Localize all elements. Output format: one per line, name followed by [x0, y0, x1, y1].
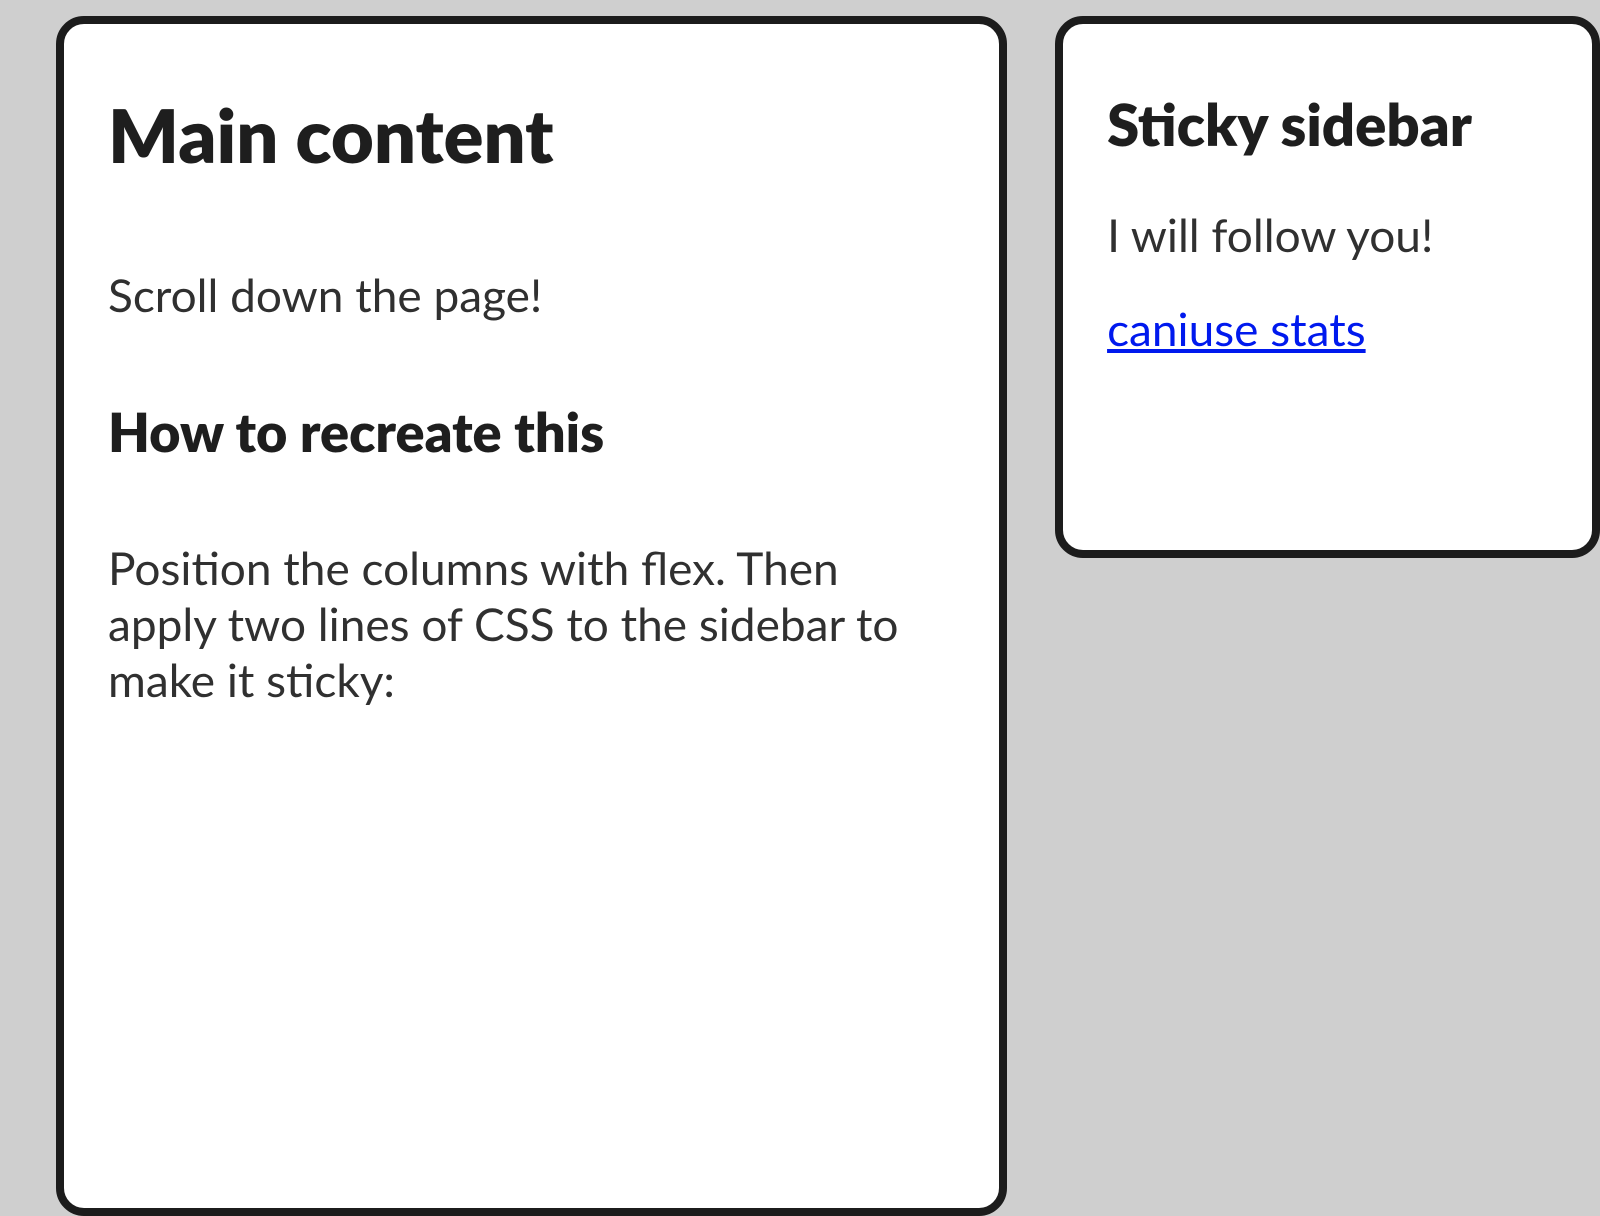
caniuse-link[interactable]: caniuse stats [1107, 301, 1366, 356]
main-sub-heading: How to recreate this [108, 399, 955, 464]
main-intro-text: Scroll down the page! [108, 267, 955, 323]
sticky-sidebar-panel: Sticky sidebar I will follow you! canius… [1055, 16, 1600, 558]
sidebar-heading: Sticky sidebar [1107, 90, 1548, 159]
main-body-text: Position the columns with flex. Then app… [108, 540, 955, 708]
page-wrapper: Main content Scroll down the page! How t… [0, 0, 1600, 1216]
sidebar-text: I will follow you! [1107, 207, 1548, 263]
main-heading: Main content [108, 90, 955, 179]
main-content-panel: Main content Scroll down the page! How t… [56, 16, 1007, 1216]
